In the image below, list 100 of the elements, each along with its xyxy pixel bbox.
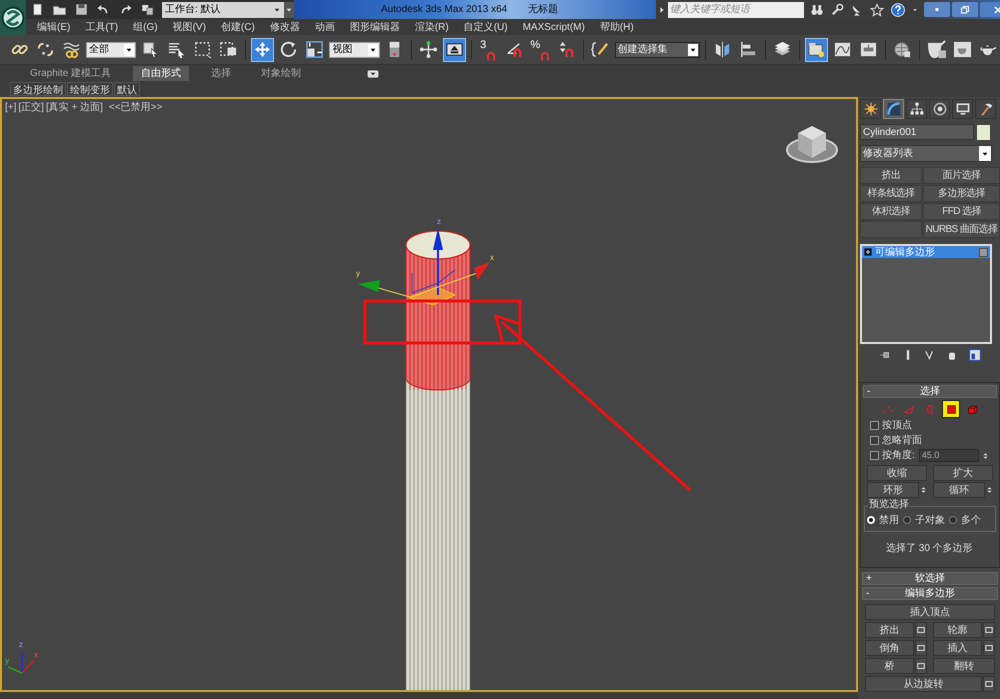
ribbon-panel-tab[interactable]: 绘制变形 bbox=[67, 82, 113, 96]
settings-button[interactable] bbox=[983, 640, 995, 656]
checkbox[interactable] bbox=[870, 451, 879, 460]
expand-arrow-icon[interactable] bbox=[658, 6, 666, 14]
ribbon-panel-tab[interactable]: 多边形绘制 bbox=[10, 82, 66, 96]
rollout-button[interactable]: 扩大 bbox=[933, 465, 993, 481]
menu-item[interactable]: 工具(T) bbox=[85, 20, 118, 34]
settings-button[interactable] bbox=[915, 658, 927, 674]
menu-item[interactable]: 帮助(H) bbox=[600, 20, 634, 34]
curve-icon bbox=[886, 101, 902, 117]
modifier-button[interactable]: 面片选择 bbox=[923, 167, 1000, 184]
menu-item[interactable]: 创建(C) bbox=[220, 20, 255, 34]
viewport-menu-label[interactable]: [正交] bbox=[18, 100, 44, 115]
rollout-button[interactable]: 环形 bbox=[867, 482, 919, 498]
settings-button[interactable] bbox=[915, 622, 927, 638]
rollout-header[interactable]: - 选择 bbox=[863, 385, 997, 398]
subobject-polygon-button[interactable] bbox=[942, 400, 960, 418]
menu-item[interactable]: 组(G) bbox=[133, 20, 158, 34]
search-field[interactable]: 键入关键字或短语 bbox=[668, 2, 804, 18]
expand-icon[interactable] bbox=[864, 248, 872, 256]
checkbox[interactable] bbox=[870, 421, 879, 430]
rollout-button[interactable]: 桥 bbox=[865, 658, 914, 674]
rollout-button[interactable]: 插入 bbox=[933, 640, 982, 656]
scene-explorer-button[interactable] bbox=[805, 38, 828, 62]
dropdown[interactable]: 全部 bbox=[86, 42, 136, 58]
project-folder-icon[interactable] bbox=[140, 2, 154, 17]
star-icon[interactable] bbox=[870, 2, 884, 16]
modifier-button[interactable]: 多边形选择 bbox=[923, 185, 1000, 202]
stack-item[interactable]: 可编辑多边形 bbox=[862, 246, 990, 258]
motion-tab[interactable] bbox=[929, 99, 950, 119]
rollout-button[interactable]: 从边旋转 bbox=[865, 676, 982, 692]
binoculars-icon[interactable] bbox=[810, 2, 824, 16]
hierarchy-tab[interactable] bbox=[906, 99, 927, 119]
save-icon[interactable] bbox=[74, 2, 88, 17]
snap-toggle-button[interactable]: 3 bbox=[476, 38, 500, 62]
display-tab[interactable] bbox=[952, 99, 973, 119]
axis-label: y bbox=[356, 270, 360, 278]
rotate-icon bbox=[279, 40, 298, 59]
settings-button[interactable] bbox=[983, 622, 995, 638]
help-icon[interactable] bbox=[890, 2, 906, 18]
ribbon-tab[interactable]: Graphite 建模工具 bbox=[22, 66, 120, 81]
snap-toggle-button[interactable]: % bbox=[528, 38, 552, 62]
checkbox[interactable] bbox=[870, 436, 879, 445]
dropdown[interactable]: 创建选择集 bbox=[614, 42, 700, 58]
viewport-menu-label[interactable]: [+] bbox=[5, 100, 16, 115]
settings-button[interactable] bbox=[915, 640, 927, 656]
angle-spinner-field[interactable]: 45.0 bbox=[918, 449, 979, 462]
menu-item[interactable]: 修改器 bbox=[270, 20, 300, 34]
modifier-stack-list[interactable]: 可编辑多边形 bbox=[860, 244, 992, 344]
ribbon-tab[interactable]: 对象绘制 bbox=[253, 66, 310, 81]
settings-button[interactable] bbox=[983, 676, 995, 692]
configure-icon[interactable] bbox=[968, 348, 982, 362]
rollout-button[interactable]: 收缩 bbox=[867, 465, 927, 481]
rollout-header[interactable]: + 软选择 bbox=[862, 572, 998, 585]
viewcube-icon[interactable] bbox=[786, 126, 838, 163]
modify-tab[interactable] bbox=[883, 99, 904, 119]
checkbox-label: 按顶点 bbox=[882, 418, 912, 433]
modifier-button[interactable]: 样条线选择 bbox=[860, 185, 922, 202]
radio-button[interactable] bbox=[949, 516, 957, 524]
menu-item[interactable]: 编辑(E) bbox=[37, 20, 70, 34]
window-title: Autodesk 3ds Max 2013 x64 bbox=[381, 3, 508, 17]
ribbon-panel-tab[interactable]: 默认 bbox=[114, 82, 140, 96]
color-swatch[interactable] bbox=[977, 124, 990, 140]
rollout-button[interactable]: 倒角 bbox=[865, 640, 914, 656]
wrench-icon[interactable] bbox=[830, 2, 844, 16]
rollout-button[interactable]: 插入顶点 bbox=[865, 604, 995, 620]
rollout-header[interactable]: - 编辑多边形 bbox=[862, 587, 998, 600]
menu-item[interactable]: 视图(V) bbox=[172, 20, 206, 34]
minimize-button[interactable] bbox=[924, 2, 950, 17]
menu-item[interactable]: MAXScript(M) bbox=[522, 20, 585, 34]
create-tab[interactable] bbox=[860, 99, 881, 119]
rollout-button[interactable]: 挤出 bbox=[865, 622, 914, 638]
toggle-box-icon[interactable] bbox=[979, 248, 988, 256]
menu-item[interactable]: 图形编辑器 bbox=[350, 20, 400, 34]
app-menu-button[interactable] bbox=[0, 0, 26, 35]
make-unique-icon[interactable] bbox=[924, 349, 936, 361]
menu-item[interactable]: 渲染(R) bbox=[414, 20, 449, 34]
modifier-button[interactable]: 体积选择 bbox=[860, 203, 922, 220]
modifier-button[interactable]: FFD 选择 bbox=[923, 203, 1000, 220]
menu-item[interactable]: 动画 bbox=[314, 20, 335, 34]
rollout-button[interactable]: 翻转 bbox=[933, 658, 995, 674]
menu-item[interactable]: 自定义(U) bbox=[464, 20, 508, 34]
restore-button[interactable] bbox=[952, 2, 978, 17]
modifier-button[interactable]: 挤出 bbox=[860, 167, 922, 184]
cylinder-with-gizmo-drawing[interactable] bbox=[358, 228, 490, 690]
keyboard-button[interactable] bbox=[442, 38, 466, 62]
caret-icon[interactable] bbox=[912, 6, 918, 12]
rollout-button[interactable]: 轮廓 bbox=[933, 622, 982, 638]
rollout-button[interactable]: 循环 bbox=[933, 482, 985, 498]
move-button[interactable] bbox=[251, 38, 274, 62]
utilities-tab[interactable] bbox=[975, 99, 996, 119]
ribbon-tab[interactable]: 自由形式 bbox=[133, 66, 190, 81]
object-name-field[interactable]: Cylinder001 bbox=[860, 124, 974, 140]
viewport-menu-label[interactable]: [真实 + 边面] bbox=[46, 100, 103, 115]
modifier-list-dropdown[interactable]: 修改器列表 bbox=[860, 145, 992, 162]
radio-button[interactable] bbox=[903, 516, 911, 524]
modifier-button[interactable]: NURBS 曲面选择 bbox=[923, 221, 1000, 238]
workspace-dropdown[interactable]: 工作台: 默认 bbox=[162, 2, 284, 18]
ribbon-tab[interactable]: 选择 bbox=[203, 66, 240, 81]
dropdown[interactable]: 视图 bbox=[329, 42, 380, 58]
